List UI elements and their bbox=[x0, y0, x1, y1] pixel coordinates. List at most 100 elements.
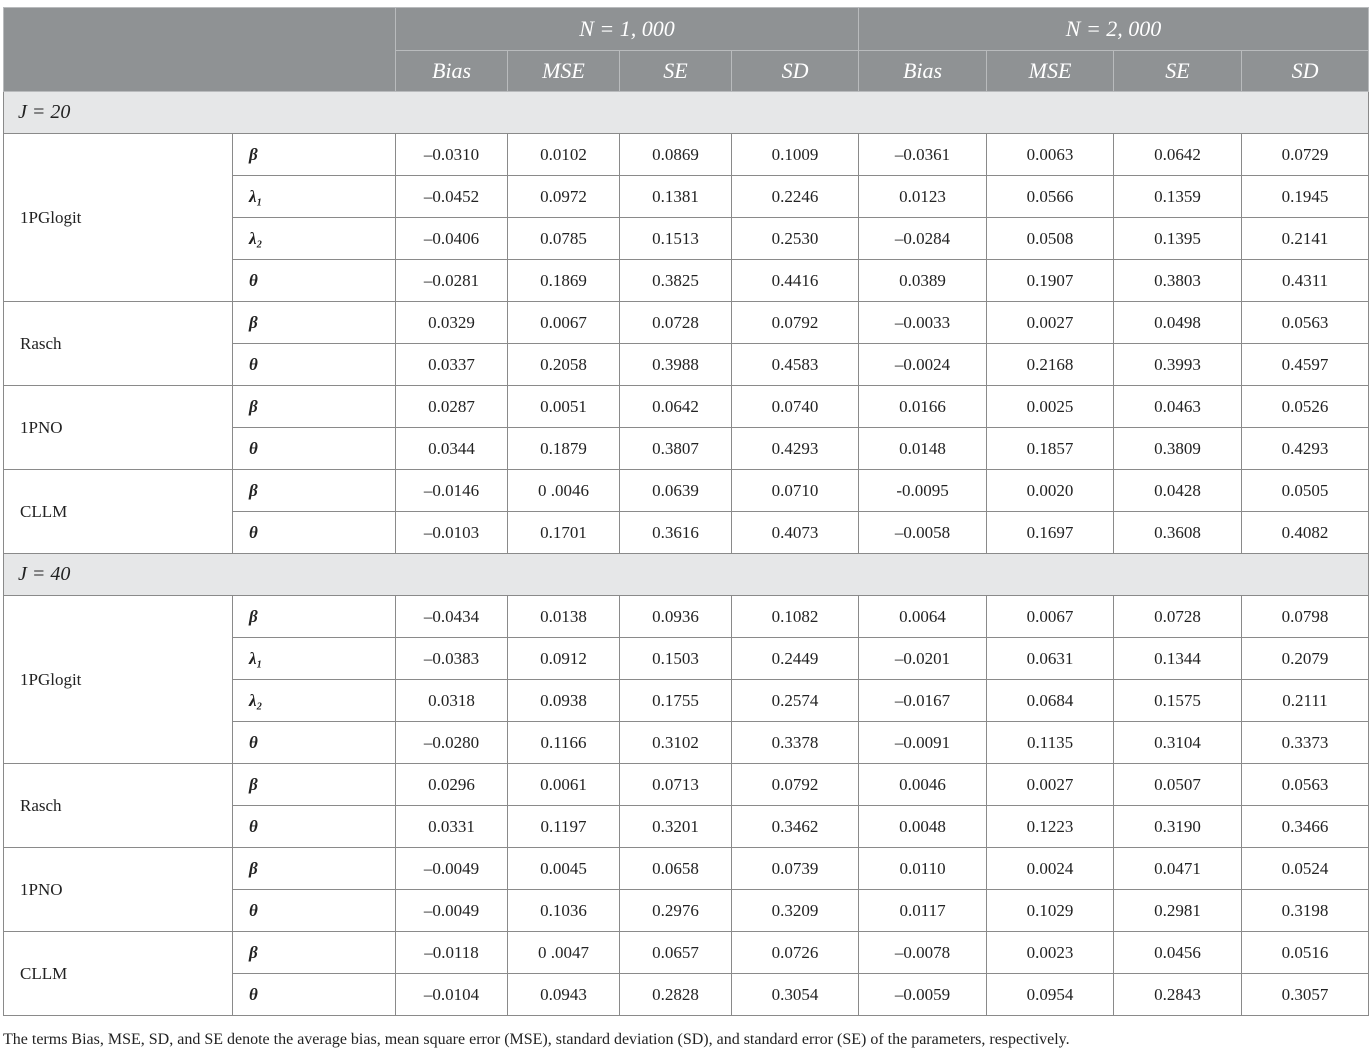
value-cell: 0.0739 bbox=[730, 847, 860, 890]
value-cell: 0.0642 bbox=[619, 385, 732, 428]
value-cell: 0 .0046 bbox=[507, 469, 620, 512]
value-cell: 0.0123 bbox=[858, 175, 988, 218]
value-cell: 0.0798 bbox=[1241, 595, 1370, 638]
value-cell: 0.0657 bbox=[619, 931, 732, 974]
value-cell: 0.1503 bbox=[619, 637, 732, 680]
value-cell: 0.0912 bbox=[507, 637, 620, 680]
value-cell: 0.0337 bbox=[395, 343, 508, 386]
section-label: J = 20 bbox=[2, 91, 1370, 134]
value-cell: 0.2843 bbox=[1113, 973, 1243, 1016]
table-footnote: The terms Bias, MSE, SD, and SE denote t… bbox=[3, 1031, 1070, 1048]
value-cell: 0.1697 bbox=[986, 511, 1115, 554]
column-header: Bias bbox=[858, 50, 988, 92]
section-label: J = 40 bbox=[2, 553, 1370, 596]
value-cell: 0.0027 bbox=[986, 301, 1115, 344]
value-cell: 0.1857 bbox=[986, 427, 1115, 470]
value-cell: 0.4293 bbox=[1241, 427, 1370, 470]
value-cell: –0.0361 bbox=[858, 133, 988, 176]
value-cell: 0.3807 bbox=[619, 427, 732, 470]
value-cell: 0.0728 bbox=[619, 301, 732, 344]
value-cell: 0.3809 bbox=[1113, 427, 1243, 470]
value-cell: 0.0166 bbox=[858, 385, 988, 428]
value-cell: 0.0972 bbox=[507, 175, 620, 218]
value-cell: 0.0639 bbox=[619, 469, 732, 512]
value-cell: –0.0310 bbox=[395, 133, 508, 176]
parameter-symbol: β bbox=[232, 133, 396, 176]
value-cell: 0.0505 bbox=[1241, 469, 1370, 512]
value-cell: 0.1197 bbox=[507, 805, 620, 848]
value-cell: 0.2574 bbox=[730, 679, 860, 722]
value-cell: –0.0281 bbox=[395, 259, 508, 302]
value-cell: 0.2141 bbox=[1241, 217, 1370, 260]
table-row: 1PNO β –0.0049 0.0045 0.0658 0.0739 0.0110 0.00… bbox=[3, 847, 1370, 932]
value-cell: 0.0792 bbox=[730, 301, 860, 344]
value-cell: 0.0318 bbox=[395, 679, 508, 722]
value-cell: 0.0064 bbox=[858, 595, 988, 638]
value-cell: 0.0456 bbox=[1113, 931, 1243, 974]
value-cell: 0.0110 bbox=[858, 847, 988, 890]
value-cell: 0.1359 bbox=[1113, 175, 1243, 218]
value-cell: 0.2981 bbox=[1113, 889, 1243, 932]
value-cell: 0.1575 bbox=[1113, 679, 1243, 722]
value-cell: –0.0434 bbox=[395, 595, 508, 638]
table-row: Rasch β 0.0296 0.0061 0.0713 0.0792 0.0046 0.00… bbox=[3, 763, 1370, 848]
table-body: J = 20 1PGlogit β –0.0310 0.0102 0.0869 0.1009… bbox=[2, 91, 1370, 1016]
value-cell: 0.1701 bbox=[507, 511, 620, 554]
value-cell: 0.0938 bbox=[507, 679, 620, 722]
value-cell: 0.2058 bbox=[507, 343, 620, 386]
value-cell: 0.0024 bbox=[986, 847, 1115, 890]
parameter-symbol: θ bbox=[232, 889, 396, 932]
value-cell: 0.1009 bbox=[730, 133, 860, 176]
value-cell: 0.0471 bbox=[1113, 847, 1243, 890]
parameter-symbol: λ₂ bbox=[232, 679, 396, 722]
section-row: J = 40 bbox=[2, 553, 1370, 596]
value-cell: 0.1166 bbox=[507, 721, 620, 764]
value-cell: 0.0463 bbox=[1113, 385, 1243, 428]
parameter-symbol: λ₁ bbox=[232, 637, 396, 680]
value-cell: 0.0389 bbox=[858, 259, 988, 302]
value-cell: 0.0344 bbox=[395, 427, 508, 470]
value-cell: –0.0049 bbox=[395, 889, 508, 932]
group-header-n2: N = 2, 000 bbox=[858, 7, 1370, 51]
table-row: CLLM β –0.0118 0 .0047 0.0657 0.0726 –0.0078 0.… bbox=[3, 931, 1370, 1016]
value-cell: -0.0095 bbox=[858, 469, 988, 512]
value-cell: 0.0710 bbox=[730, 469, 860, 512]
table-header: N = 1, 000 N = 2, 000 Bias MSE SE SD Bia… bbox=[3, 7, 1370, 92]
value-cell: 0.1395 bbox=[1113, 217, 1243, 260]
value-cell: 0.0048 bbox=[858, 805, 988, 848]
value-cell: 0.0508 bbox=[986, 217, 1115, 260]
parameter-symbol: θ bbox=[232, 721, 396, 764]
column-header: SD bbox=[1241, 50, 1370, 92]
value-cell: 0.0954 bbox=[986, 973, 1115, 1016]
value-cell: 0.0296 bbox=[395, 763, 508, 806]
model-name: 1PGlogit bbox=[3, 595, 233, 764]
table-row: 1PGlogit β –0.0310 0.0102 0.0869 0.1009 –0.036… bbox=[3, 133, 1370, 302]
value-cell: –0.0201 bbox=[858, 637, 988, 680]
value-cell: 0.0046 bbox=[858, 763, 988, 806]
value-cell: 0.1945 bbox=[1241, 175, 1370, 218]
value-cell: 0.2079 bbox=[1241, 637, 1370, 680]
parameter-symbol: β bbox=[232, 931, 396, 974]
value-cell: 0.0067 bbox=[986, 595, 1115, 638]
value-cell: –0.0118 bbox=[395, 931, 508, 974]
parameter-symbol: λ₂ bbox=[232, 217, 396, 260]
value-cell: 0.1907 bbox=[986, 259, 1115, 302]
value-cell: 0.0067 bbox=[507, 301, 620, 344]
value-cell: 0.2976 bbox=[619, 889, 732, 932]
column-header: MSE bbox=[986, 50, 1115, 92]
value-cell: 0.3803 bbox=[1113, 259, 1243, 302]
group-header-n1: N = 1, 000 bbox=[394, 7, 860, 51]
value-cell: 0.3378 bbox=[730, 721, 860, 764]
value-cell: 0.0729 bbox=[1241, 133, 1370, 176]
value-cell: 0.3462 bbox=[730, 805, 860, 848]
value-cell: 0.1381 bbox=[619, 175, 732, 218]
value-cell: 0.3616 bbox=[619, 511, 732, 554]
value-cell: 0.4597 bbox=[1241, 343, 1370, 386]
value-cell: 0.0138 bbox=[507, 595, 620, 638]
value-cell: 0.3201 bbox=[619, 805, 732, 848]
value-cell: 0.0566 bbox=[986, 175, 1115, 218]
model-name: 1PNO bbox=[3, 847, 233, 932]
value-cell: 0.0117 bbox=[858, 889, 988, 932]
value-cell: 0.1082 bbox=[730, 595, 860, 638]
value-cell: 0.1135 bbox=[986, 721, 1115, 764]
